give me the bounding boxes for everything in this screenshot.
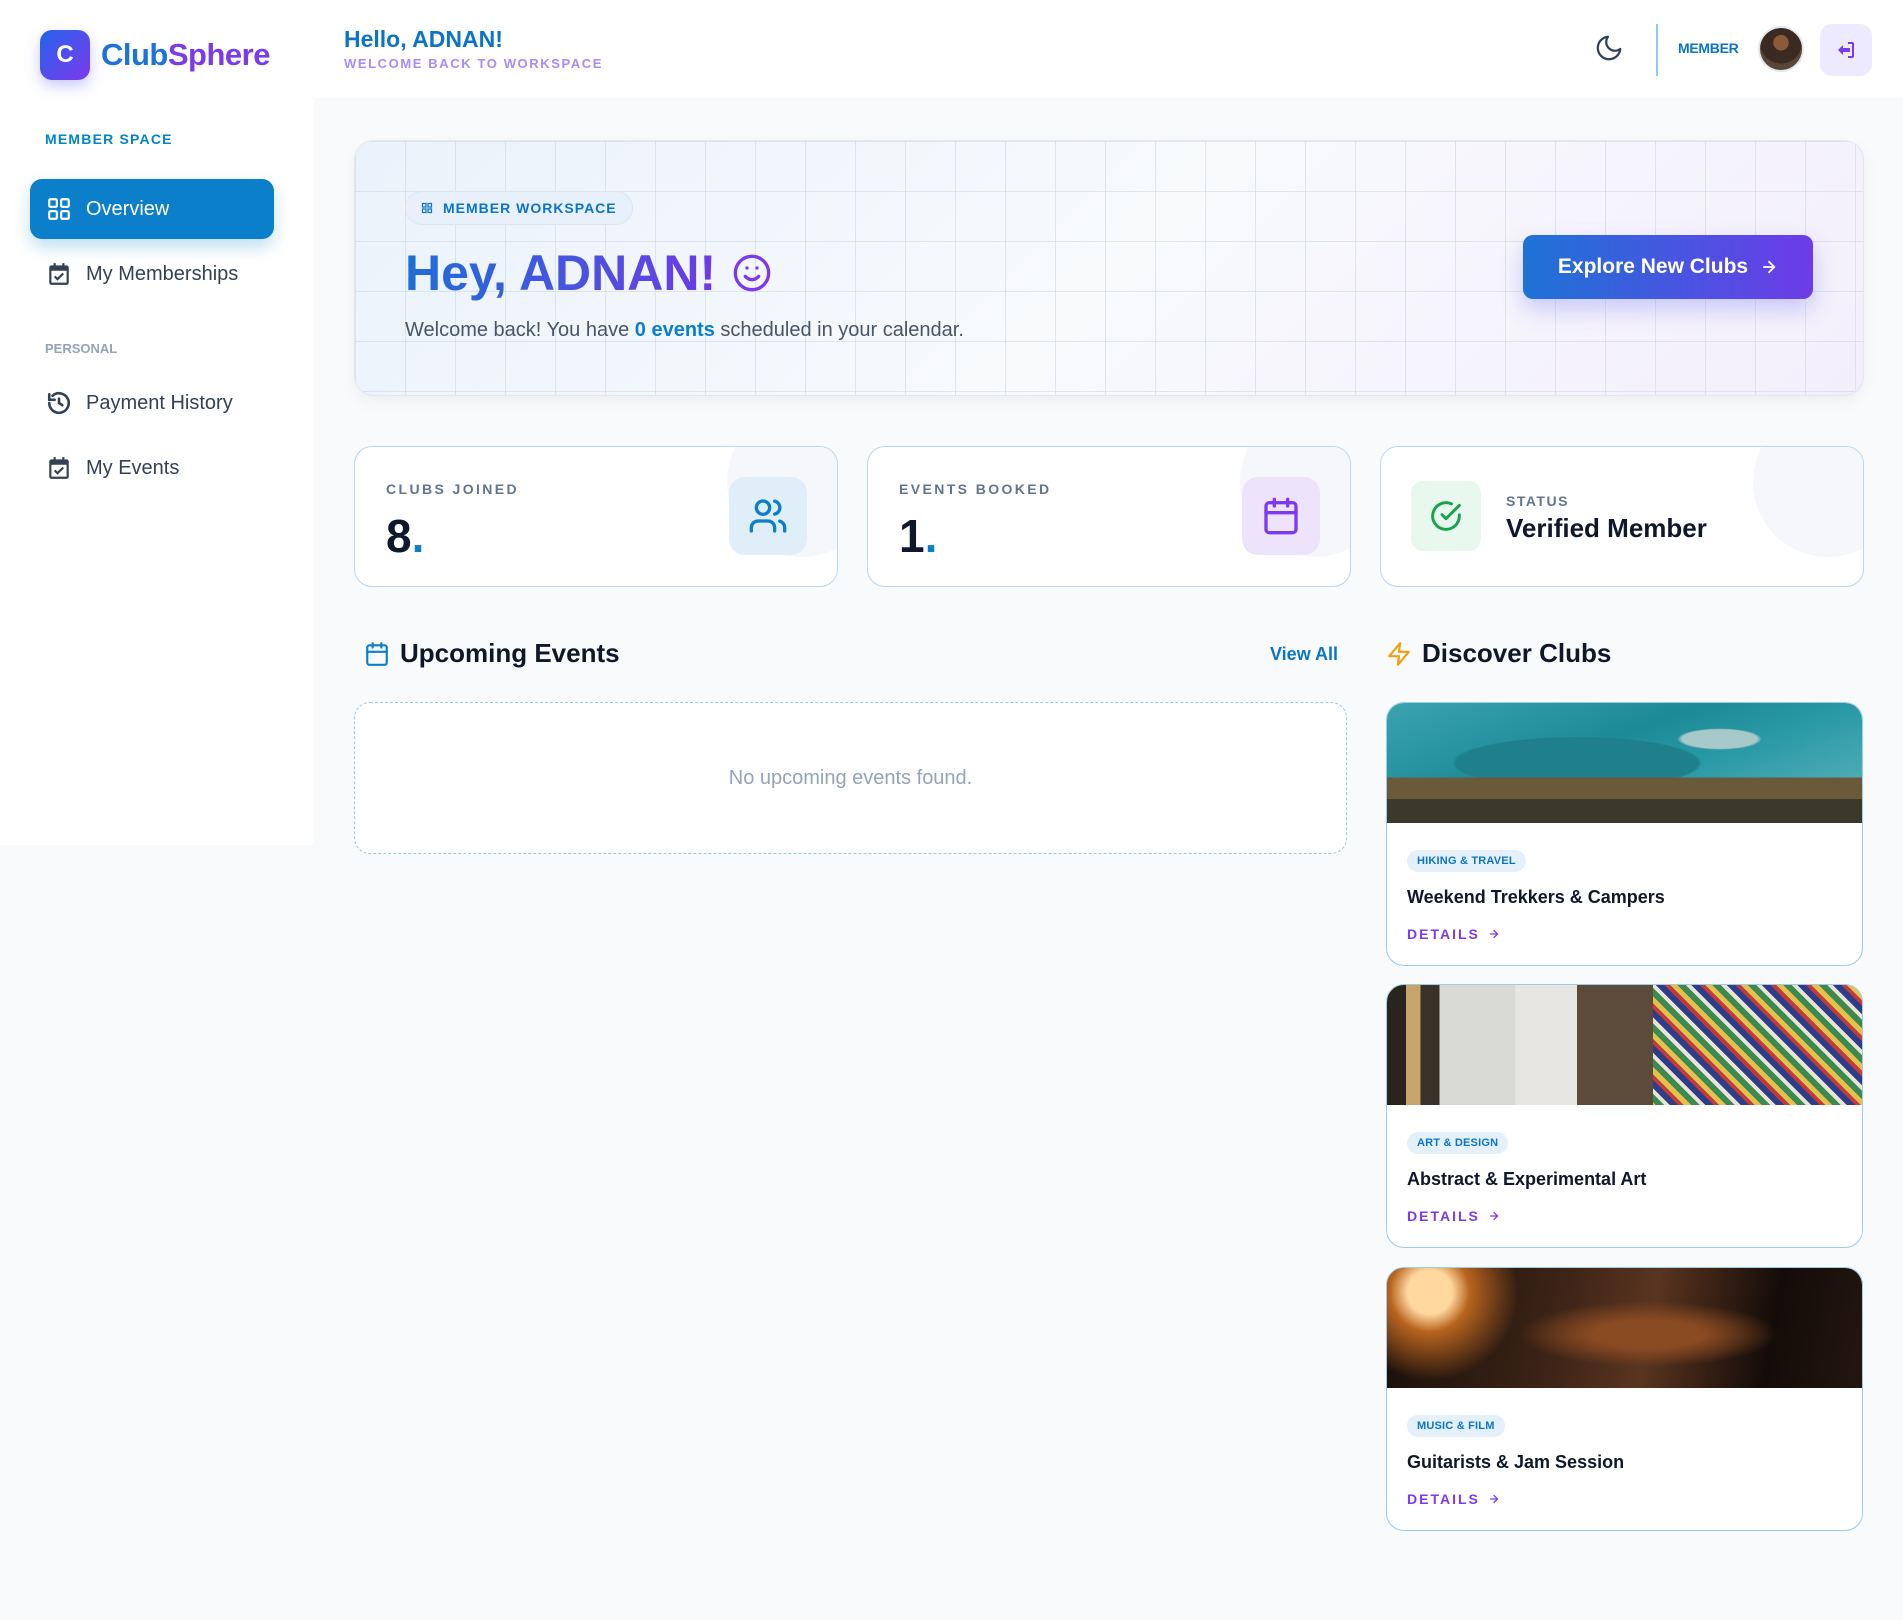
brand-name-part2: Sphere [167, 37, 271, 72]
stat-card-events-booked: EVENTS BOOKED 1. [867, 446, 1351, 587]
member-workspace-badge: MEMBER WORKSPACE [405, 191, 633, 225]
section-personal: PERSONAL [45, 341, 118, 356]
stat-number: 1 [899, 510, 925, 562]
hero-subtitle: Welcome back! You have 0 events schedule… [405, 319, 964, 342]
upcoming-events-heading: Upcoming Events [364, 638, 620, 669]
brand[interactable]: C ClubSphere [40, 30, 270, 80]
calendar-check-icon [49, 457, 69, 479]
badge-label: MEMBER WORKSPACE [443, 200, 617, 216]
stat-value: 1. [899, 509, 937, 563]
calendar-check-icon [49, 263, 69, 285]
club-card[interactable]: MUSIC & FILM Guitarists & Jam Session DE… [1386, 1267, 1863, 1531]
arrow-right-icon [1762, 260, 1776, 274]
sidebar: C ClubSphere MEMBER SPACE Overview My Me… [0, 0, 314, 845]
discover-clubs-heading: Discover Clubs [1386, 638, 1611, 669]
hero-title: Hey, ADNAN! [405, 244, 772, 302]
logout-icon [1838, 42, 1854, 58]
header-greeting: Hello, ADNAN! [344, 26, 503, 52]
sidebar-item-label: My Memberships [86, 262, 239, 285]
role-label: MEMBER [1678, 40, 1739, 56]
upcoming-events-empty: No upcoming events found. [354, 702, 1347, 854]
club-name: Guitarists & Jam Session [1407, 1452, 1625, 1472]
stat-label: EVENTS BOOKED [899, 481, 1052, 497]
explore-new-clubs-button[interactable]: Explore New Clubs [1523, 235, 1813, 299]
arrow-right-icon [1489, 1211, 1499, 1221]
club-category-tag: MUSIC & FILM [1407, 1415, 1505, 1437]
history-icon [47, 391, 71, 415]
calendar-icon [366, 641, 388, 666]
status-label: STATUS [1506, 493, 1569, 509]
club-category-tag: HIKING & TRAVEL [1407, 850, 1526, 872]
welcome-hero: MEMBER WORKSPACE Hey, ADNAN! Welcome bac… [354, 140, 1864, 396]
club-category-tag: ART & DESIGN [1407, 1132, 1509, 1154]
club-details-link[interactable]: DETAILS [1407, 1208, 1500, 1224]
details-label: DETAILS [1407, 926, 1480, 942]
hero-subtitle-post: scheduled in your calendar. [714, 319, 964, 341]
stat-suffix: . [411, 510, 425, 562]
arrow-right-icon [1489, 1494, 1499, 1504]
arrow-right-icon [1489, 929, 1499, 939]
view-all-link[interactable]: View All [1270, 644, 1338, 665]
sidebar-item-label: My Events [86, 456, 180, 479]
stat-card-clubs-joined: CLUBS JOINED 8. [354, 446, 838, 587]
details-label: DETAILS [1407, 1208, 1480, 1224]
grid-icon [48, 198, 70, 220]
club-image [1387, 985, 1862, 1105]
stat-label: CLUBS JOINED [386, 481, 520, 497]
status-value: Verified Member [1506, 513, 1707, 543]
check-circle-icon [1431, 501, 1461, 531]
club-name: Abstract & Experimental Art [1407, 1169, 1647, 1189]
grid-icon [421, 202, 433, 214]
sidebar-item-my-memberships[interactable]: My Memberships [30, 244, 274, 304]
club-card[interactable]: ART & DESIGN Abstract & Experimental Art… [1386, 984, 1863, 1248]
brand-name-part1: Club [101, 37, 168, 72]
stat-suffix: . [924, 510, 938, 562]
club-details-link[interactable]: DETAILS [1407, 926, 1500, 942]
smile-icon [733, 254, 771, 292]
users-icon-box [729, 477, 807, 555]
zap-icon [1388, 641, 1410, 666]
sidebar-item-my-events[interactable]: My Events [30, 438, 274, 498]
sidebar-item-payment-history[interactable]: Payment History [30, 373, 274, 433]
moon-icon[interactable] [1594, 33, 1624, 63]
sidebar-item-label: Overview [86, 197, 170, 220]
brand-logo: C [40, 30, 90, 80]
club-card[interactable]: HIKING & TRAVEL Weekend Trekkers & Campe… [1386, 702, 1863, 966]
section-title: Upcoming Events [400, 638, 620, 668]
club-name: Weekend Trekkers & Campers [1407, 887, 1665, 907]
brand-name: ClubSphere [101, 37, 270, 73]
logout-button[interactable] [1820, 24, 1872, 76]
hero-subtitle-pre: Welcome back! You have [405, 319, 635, 341]
calendar-icon-box [1242, 477, 1320, 555]
header-subtitle: WELCOME BACK TO WORKSPACE [344, 56, 604, 71]
sidebar-item-label: Payment History [86, 391, 233, 414]
club-image [1387, 703, 1862, 823]
sidebar-item-overview[interactable]: Overview [30, 179, 274, 239]
check-circle-icon-box [1411, 481, 1481, 551]
club-details-link[interactable]: DETAILS [1407, 1491, 1500, 1507]
hero-title-text: Hey, ADNAN! [405, 245, 717, 301]
stat-value: 8. [386, 509, 424, 563]
club-image [1387, 1268, 1862, 1388]
details-label: DETAILS [1407, 1491, 1480, 1507]
section-title: Discover Clubs [1422, 638, 1612, 668]
top-header: Hello, ADNAN! WELCOME BACK TO WORKSPACE … [314, 0, 1903, 98]
header-divider [1656, 24, 1658, 76]
section-member-space: MEMBER SPACE [45, 131, 173, 147]
users-icon [749, 499, 787, 533]
calendar-icon [1264, 497, 1298, 535]
avatar[interactable] [1758, 26, 1804, 72]
stat-number: 8 [386, 510, 412, 562]
stat-card-status: STATUS Verified Member [1380, 446, 1864, 587]
hero-events-count: 0 events [634, 319, 715, 341]
cta-label: Explore New Clubs [1557, 255, 1749, 278]
